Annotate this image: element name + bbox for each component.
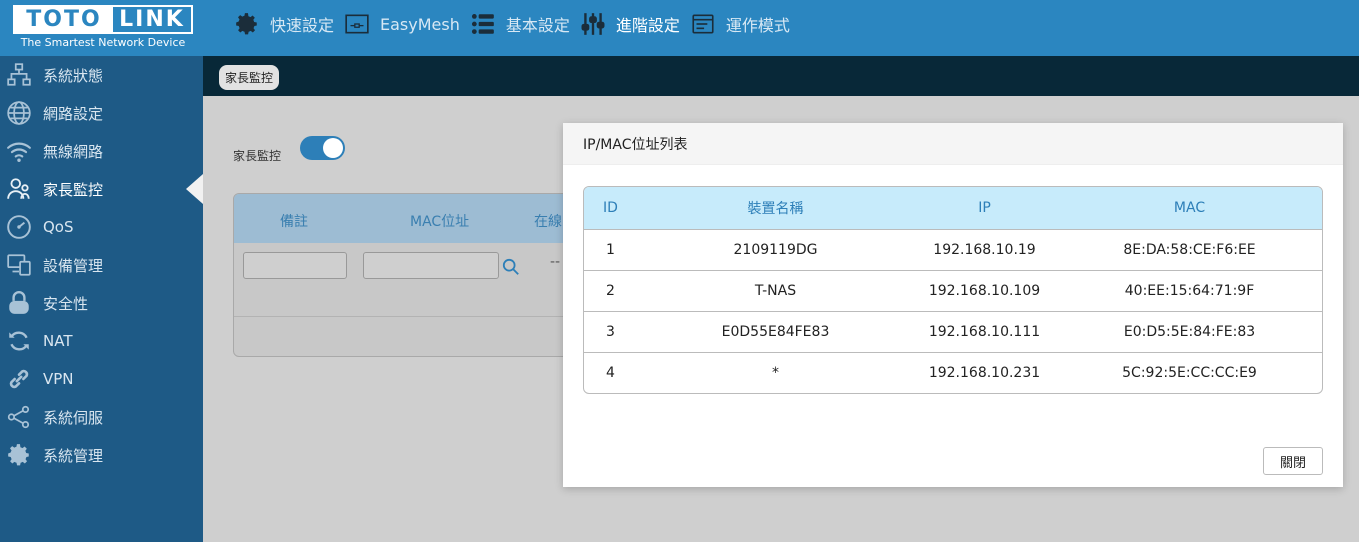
breadcrumb[interactable]: 家長監控 (219, 65, 280, 90)
sidebar-item-label: 網路設定 (43, 104, 104, 123)
refresh-icon (3, 328, 35, 354)
topnav-label: EasyMesh (380, 14, 460, 34)
col-header-device-name: 裝置名稱 (639, 187, 912, 230)
settings-icon (3, 442, 35, 468)
logo-right: LINK (119, 7, 185, 32)
link-icon (3, 366, 35, 392)
ip-mac-list-dialog: IP/MAC位址列表 ID 裝置名稱 IP MAC 1 2109119DG 19… (563, 123, 1343, 487)
cell-mac: 40:EE:15:64:71:9F (1057, 270, 1322, 312)
topnav-label: 進階設定 (615, 16, 680, 35)
cell-id: 2 (584, 270, 639, 312)
topnav-quick-setup[interactable]: 快速設定 (232, 0, 334, 48)
cell-ip: 192.168.10.19 (912, 229, 1057, 271)
share-icon (3, 404, 35, 430)
sidebar-item-system-services[interactable]: 系統伺服 (0, 398, 203, 436)
col-header-mac: MAC (1057, 187, 1322, 230)
network-status-icon (3, 62, 35, 88)
top-nav: 快速設定 EasyMesh 基本設定 進階設定 運作模式 (232, 0, 798, 48)
sidebar-item-label: 安全性 (43, 294, 89, 313)
cell-mac: 5C:92:5E:CC:CC:E9 (1122, 364, 1257, 381)
sidebar-item-parental-control[interactable]: 家長監控 (0, 170, 203, 208)
table-row[interactable]: 4 * 192.168.10.231 5C:92:5E:CC:CC:E9 (584, 352, 1322, 393)
cell-mac: E0:D5:5E:84:FE:83 (1057, 311, 1322, 353)
lock-icon (3, 290, 35, 316)
sidebar-item-system-status[interactable]: 系統狀態 (0, 56, 203, 94)
topnav-easymesh[interactable]: EasyMesh (342, 0, 460, 48)
dialog-title: IP/MAC位址列表 (563, 123, 1343, 165)
cell-ip: 192.168.10.111 (912, 311, 1057, 353)
sidebar-item-label: QoS (43, 218, 74, 236)
logo-wordmark: TOTO LINK (13, 5, 193, 34)
totolink-logo[interactable]: TOTO LINK The Smartest Network Device (13, 5, 193, 49)
sidebar-item-network-settings[interactable]: 網路設定 (0, 94, 203, 132)
sidebar: 系統狀態 網路設定 無線網路 家長監控 QoS 設備管理 安全性 NAT VPN… (0, 56, 203, 542)
table-row[interactable]: 1 2109119DG 192.168.10.19 8E:DA:58:CE:F6… (584, 229, 1322, 271)
sidebar-item-label: 系統伺服 (43, 408, 104, 427)
cell-device-name: * (772, 364, 779, 381)
col-header-ip: IP (912, 187, 1057, 230)
gear-icon (232, 10, 262, 38)
logo-left: TOTO (15, 7, 113, 32)
topnav-label: 基本設定 (505, 16, 570, 35)
devices-icon (3, 252, 35, 278)
mesh-icon (342, 10, 372, 38)
active-pointer (186, 174, 203, 204)
ip-mac-table: ID 裝置名稱 IP MAC 1 2109119DG 192.168.10.19… (583, 186, 1323, 394)
close-button[interactable]: 關閉 (1263, 447, 1323, 475)
sidebar-item-nat[interactable]: NAT (0, 322, 203, 360)
cell-device-name: T-NAS (639, 270, 912, 312)
cell-ip: 192.168.10.231 (928, 364, 1041, 381)
sidebar-item-wireless[interactable]: 無線網路 (0, 132, 203, 170)
parental-control-icon (3, 176, 35, 202)
table-row[interactable]: 2 T-NAS 192.168.10.109 40:EE:15:64:71:9F (584, 270, 1322, 312)
topnav-advanced-settings[interactable]: 進階設定 (578, 0, 680, 48)
sidebar-item-qos[interactable]: QoS (0, 208, 203, 246)
logo-tagline: The Smartest Network Device (20, 36, 186, 49)
table-row[interactable]: 3 E0D55E84FE83 192.168.10.111 E0:D5:5E:8… (584, 311, 1322, 353)
sidebar-item-label: 設備管理 (43, 256, 104, 275)
sliders-icon (578, 10, 608, 38)
col-header-id: ID (584, 187, 639, 230)
sidebar-item-label: 家長監控 (43, 180, 104, 199)
sidebar-item-security[interactable]: 安全性 (0, 284, 203, 322)
cell-id: 4 (606, 364, 615, 381)
breadcrumb-bar: 家長監控 (203, 56, 1359, 96)
sidebar-item-vpn[interactable]: VPN (0, 360, 203, 398)
sidebar-item-label: 無線網路 (43, 142, 104, 161)
cell-device-name: 2109119DG (639, 229, 912, 271)
cell-device-name: E0D55E84FE83 (639, 311, 912, 353)
sidebar-item-label: NAT (43, 332, 73, 350)
topnav-basic-settings[interactable]: 基本設定 (468, 0, 570, 48)
cell-id: 1 (584, 229, 639, 271)
cell-id: 3 (584, 311, 639, 353)
speedometer-icon (3, 214, 35, 240)
table-header-row: ID 裝置名稱 IP MAC (584, 187, 1322, 230)
mode-icon (688, 10, 718, 38)
sidebar-item-label: 系統狀態 (43, 66, 104, 85)
sidebar-item-device-management[interactable]: 設備管理 (0, 246, 203, 284)
sidebar-item-label: VPN (43, 370, 74, 388)
topnav-operation-mode[interactable]: 運作模式 (688, 0, 790, 48)
topnav-label: 快速設定 (270, 16, 335, 35)
cell-mac: 8E:DA:58:CE:F6:EE (1057, 229, 1322, 271)
top-header: TOTO LINK The Smartest Network Device 快速… (0, 0, 1359, 56)
sidebar-item-system-management[interactable]: 系統管理 (0, 436, 203, 474)
sidebar-item-label: 系統管理 (43, 446, 104, 465)
list-icon (468, 10, 498, 38)
topnav-label: 運作模式 (725, 16, 790, 35)
globe-icon (3, 100, 35, 126)
cell-ip: 192.168.10.109 (912, 270, 1057, 312)
wifi-icon (3, 138, 35, 164)
